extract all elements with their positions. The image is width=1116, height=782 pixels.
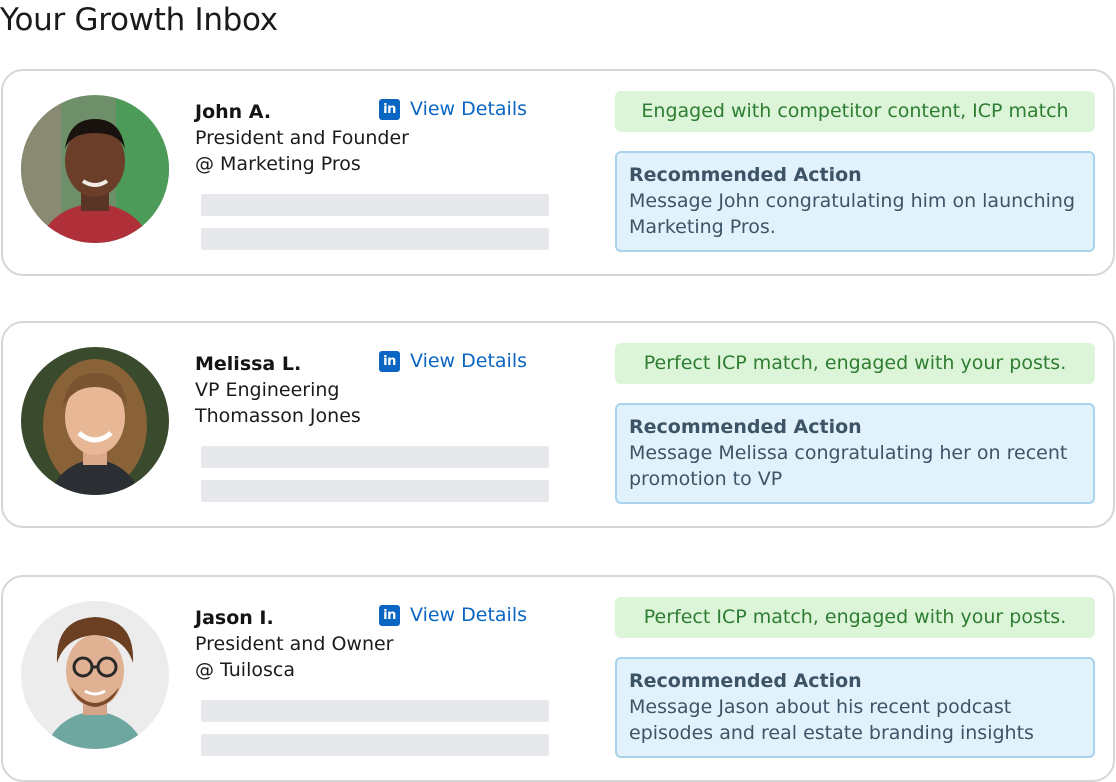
lead-company: @ Marketing Pros	[195, 153, 361, 175]
view-details-link[interactable]: in View Details	[379, 98, 527, 120]
recommended-action-heading: Recommended Action	[629, 416, 862, 438]
lead-title: President and Owner	[195, 633, 394, 655]
avatar[interactable]	[21, 601, 169, 749]
lead-card[interactable]: Jason I. President and Owner @ Tuilosca …	[1, 575, 1115, 782]
view-details-label: View Details	[410, 604, 527, 626]
lead-card[interactable]: John A. President and Founder @ Marketin…	[1, 69, 1115, 276]
avatar[interactable]	[21, 95, 169, 243]
linkedin-icon: in	[379, 604, 400, 626]
view-details-link[interactable]: in View Details	[379, 604, 527, 626]
lead-name: Melissa L.	[195, 353, 302, 375]
recommended-action-text: Message John congratulating him on launc…	[629, 190, 1076, 238]
linkedin-icon: in	[379, 98, 400, 120]
lead-company: @ Tuilosca	[195, 659, 295, 681]
lead-title: VP Engineering	[195, 379, 340, 401]
placeholder-bar	[201, 480, 549, 502]
engagement-signal-badge: Perfect ICP match, engaged with your pos…	[615, 597, 1095, 638]
lead-name: Jason I.	[195, 607, 274, 629]
recommended-action-text: Message Melissa congratulating her on re…	[629, 442, 1068, 490]
lead-name: John A.	[195, 101, 272, 123]
view-details-link[interactable]: in View Details	[379, 350, 527, 372]
recommended-action-text: Message Jason about his recent podcast e…	[629, 696, 1034, 744]
engagement-signal-badge: Perfect ICP match, engaged with your pos…	[615, 343, 1095, 384]
view-details-label: View Details	[410, 350, 527, 372]
recommended-action-heading: Recommended Action	[629, 670, 862, 692]
avatar-photo	[21, 601, 169, 749]
placeholder-bar	[201, 700, 549, 722]
recommended-action-box[interactable]: Recommended Action Message Jason about h…	[615, 657, 1095, 758]
lead-card[interactable]: Melissa L. VP Engineering Thomasson Jone…	[1, 321, 1115, 528]
placeholder-bar	[201, 228, 549, 250]
engagement-signal-badge: Engaged with competitor content, ICP mat…	[615, 91, 1095, 132]
placeholder-bar	[201, 194, 549, 216]
recommended-action-box[interactable]: Recommended Action Message John congratu…	[615, 151, 1095, 252]
view-details-label: View Details	[410, 98, 527, 120]
placeholder-bar	[201, 446, 549, 468]
avatar-photo	[21, 95, 169, 243]
recommended-action-heading: Recommended Action	[629, 164, 862, 186]
placeholder-bar	[201, 734, 549, 756]
page-title: Your Growth Inbox	[0, 2, 278, 38]
linkedin-icon: in	[379, 350, 400, 372]
avatar-photo	[21, 347, 169, 495]
lead-title: President and Founder	[195, 127, 409, 149]
lead-company: Thomasson Jones	[195, 405, 361, 427]
avatar[interactable]	[21, 347, 169, 495]
recommended-action-box[interactable]: Recommended Action Message Melissa congr…	[615, 403, 1095, 504]
